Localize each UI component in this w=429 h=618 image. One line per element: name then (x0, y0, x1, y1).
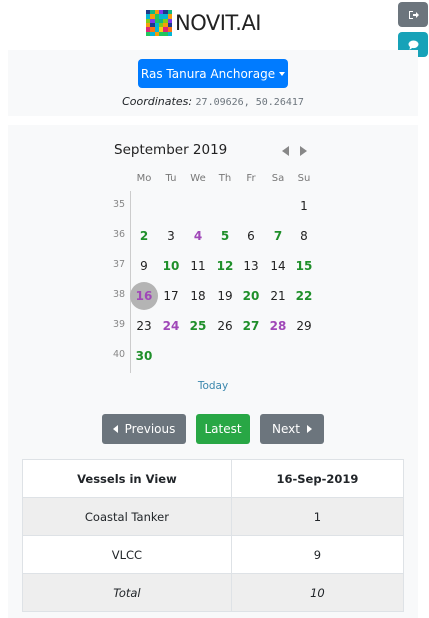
calendar-day[interactable]: 19 (211, 282, 239, 310)
vessel-type-cell: VLCC (22, 535, 232, 574)
calendar-day[interactable]: 30 (130, 342, 158, 370)
calendar-day[interactable]: 13 (237, 252, 265, 280)
week-number: 38 (112, 289, 126, 300)
week-number: 39 (112, 319, 126, 330)
logo-mark-icon (146, 10, 172, 36)
vessels-table: Vessels in View 16-Sep-2019 Coastal Tank… (22, 459, 405, 612)
caret-down-icon (279, 71, 286, 76)
calendar-day[interactable]: 21 (264, 282, 292, 310)
location-dropdown[interactable]: Ras Tanura Anchorage (138, 59, 288, 88)
caret-right-icon (306, 425, 312, 433)
caret-left-icon (112, 425, 118, 433)
vessel-count-cell: 9 (230, 535, 405, 574)
vessel-type-cell: Coastal Tanker (22, 497, 232, 536)
table-row: VLCC 9 (22, 535, 405, 574)
calendar-day[interactable]: 8 (290, 222, 318, 250)
location-panel: Ras Tanura Anchorage Coordinates: 27.096… (8, 50, 418, 116)
calendar-day[interactable]: 15 (290, 252, 318, 280)
brand-logo: NOVIT.AI (146, 10, 262, 36)
week-number: 36 (112, 229, 126, 240)
previous-button-label: Previous (124, 422, 176, 436)
coordinates-value: 27.09626, 50.26417 (195, 97, 304, 108)
calendar-day[interactable]: 27 (237, 312, 265, 340)
calendar-day[interactable]: 28 (264, 312, 292, 340)
week-number: 35 (112, 199, 126, 210)
calendar-day[interactable]: 7 (264, 222, 292, 250)
vessel-count-cell: 1 (230, 497, 405, 536)
coordinates: Coordinates: 27.09626, 50.26417 (8, 95, 418, 108)
today-link[interactable]: Today (8, 380, 418, 392)
calendar-panel: September 2019 Today Previous Latest Nex… (8, 125, 418, 618)
calendar-day[interactable]: 3 (157, 222, 185, 250)
table-header-row: Vessels in View 16-Sep-2019 (22, 459, 405, 498)
comment-icon (408, 40, 418, 50)
calendar-day[interactable]: 29 (290, 312, 318, 340)
calendar-day[interactable]: 2 (130, 222, 158, 250)
sign-out-icon (408, 10, 419, 19)
previous-button[interactable]: Previous (102, 414, 186, 444)
table-row: Coastal Tanker 1 (22, 497, 405, 536)
location-dropdown-label: Ras Tanura Anchorage (140, 66, 276, 81)
calendar-day[interactable]: 12 (211, 252, 239, 280)
total-label-cell: Total (22, 573, 232, 612)
calendar-day[interactable]: 23 (130, 312, 158, 340)
latest-button-label: Latest (204, 422, 242, 436)
calendar-day[interactable]: 24 (157, 312, 185, 340)
calendar-day[interactable]: 18 (184, 282, 212, 310)
next-button-label: Next (272, 422, 300, 436)
table-header-vessels: Vessels in View (22, 459, 232, 498)
weekday-header: Tu (165, 173, 177, 184)
weekday-header: Th (218, 173, 232, 184)
weekday-header: Sa (271, 173, 285, 184)
calendar-day[interactable]: 6 (237, 222, 265, 250)
calendar-day[interactable]: 20 (237, 282, 265, 310)
calendar-month-title: September 2019 (114, 142, 228, 158)
next-month-icon[interactable] (300, 146, 307, 156)
calendar-day[interactable]: 25 (184, 312, 212, 340)
week-number: 37 (112, 259, 126, 270)
calendar-day[interactable]: 10 (157, 252, 185, 280)
brand-name: NOVIT.AI (175, 11, 262, 35)
weekday-header: Su (297, 173, 311, 184)
total-value-cell: 10 (230, 573, 405, 612)
calendar-day[interactable]: 26 (211, 312, 239, 340)
weekday-header: Fr (246, 173, 256, 184)
calendar-day[interactable]: 16 (130, 282, 158, 310)
logout-button[interactable] (398, 2, 428, 27)
weekday-header: We (190, 173, 206, 184)
latest-button[interactable]: Latest (196, 414, 250, 444)
table-header-date: 16-Sep-2019 (230, 459, 405, 498)
coordinates-label: Coordinates: (122, 95, 193, 108)
calendar-day[interactable]: 5 (211, 222, 239, 250)
calendar-day[interactable]: 14 (264, 252, 292, 280)
calendar-day[interactable]: 1 (290, 192, 318, 220)
calendar-day[interactable]: 11 (184, 252, 212, 280)
next-button[interactable]: Next (260, 414, 324, 444)
calendar-day[interactable]: 9 (130, 252, 158, 280)
calendar-day[interactable]: 22 (290, 282, 318, 310)
weekday-header: Mo (136, 173, 152, 184)
table-total-row: Total 10 (22, 573, 405, 612)
calendar-day[interactable]: 17 (157, 282, 185, 310)
calendar-day[interactable]: 4 (184, 222, 212, 250)
week-number: 40 (112, 349, 126, 360)
prev-month-icon[interactable] (282, 146, 289, 156)
